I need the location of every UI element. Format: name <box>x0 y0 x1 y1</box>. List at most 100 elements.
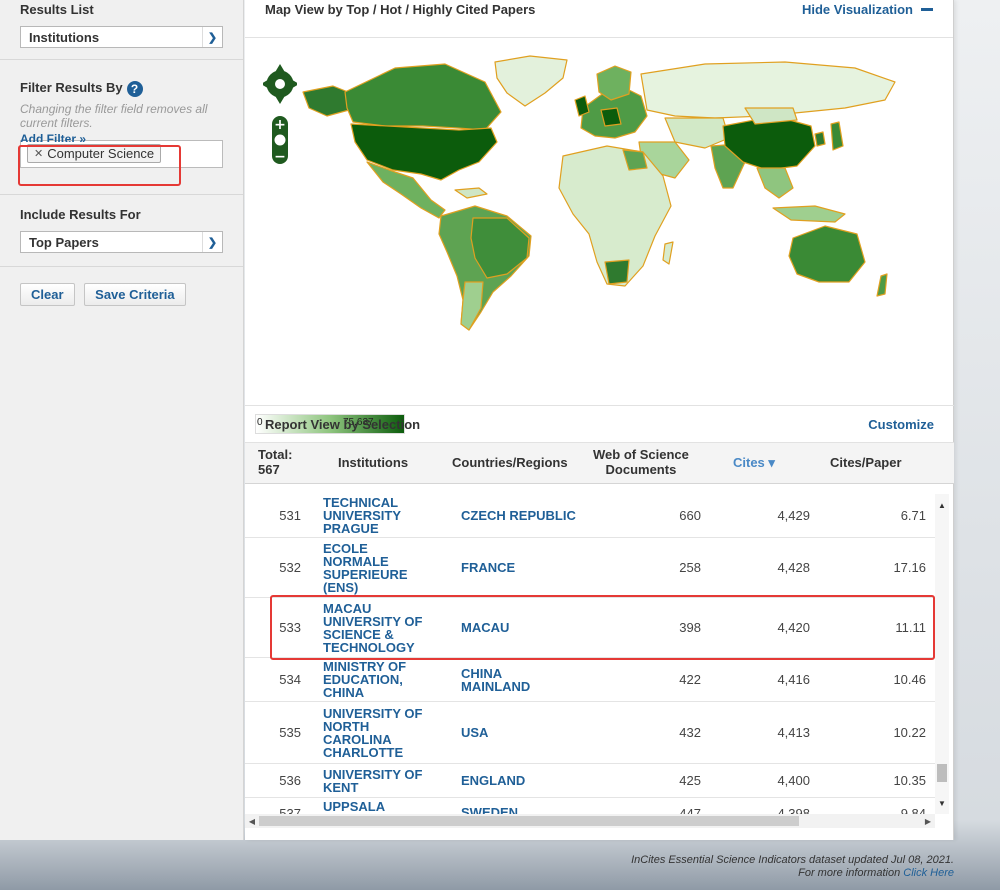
sidebar: Results List Institutions ❯ Filter Resul… <box>0 0 244 840</box>
cpp-cell: 6.71 <box>900 508 926 523</box>
map-canada <box>344 63 502 131</box>
results-list-title: Results List <box>20 2 94 17</box>
vertical-scroll-thumb[interactable] <box>937 764 947 782</box>
pan-control-icon[interactable] <box>263 64 297 104</box>
institution-link[interactable]: ECOLE NORMALE SUPERIEURE (ENS) <box>323 538 433 597</box>
include-value: Top Papers <box>29 234 99 250</box>
world-map-svg[interactable] <box>245 38 954 406</box>
cpp-cell: 10.35 <box>893 773 926 788</box>
institution-link[interactable]: TECHNICAL UNIVERSITY PRAGUE <box>323 494 443 537</box>
chevron-down-icon[interactable]: ❯ <box>202 27 222 47</box>
total-label: Total: <box>258 447 293 462</box>
docs-cell: 422 <box>679 672 701 687</box>
click-here-link[interactable]: Click Here <box>903 867 954 879</box>
zoom-control[interactable]: + − <box>272 116 288 165</box>
table-row[interactable]: 537 UPPSALA SWEDEN 447 4,398 9.84 <box>245 798 935 814</box>
hide-visualization-label: Hide Visualization <box>801 2 913 17</box>
map-new-zealand <box>876 273 888 297</box>
institution-link[interactable]: UNIVERSITY OF KENT <box>323 764 443 797</box>
country-link[interactable]: ENGLAND <box>461 764 581 797</box>
col-countries[interactable]: Countries/Regions <box>452 455 568 470</box>
world-map[interactable]: + − 0 75,637 <box>245 38 954 434</box>
cites-cell: 4,416 <box>777 672 810 687</box>
table-body: 531 TECHNICAL UNIVERSITY PRAGUE CZECH RE… <box>245 494 935 814</box>
clear-button[interactable]: Clear <box>20 283 75 306</box>
country-link[interactable]: CHINA MAINLAND <box>461 658 551 701</box>
cites-cell: 4,398 <box>777 806 810 814</box>
scroll-left-icon[interactable]: ◀ <box>245 814 259 828</box>
filter-title-text: Filter Results By <box>20 80 123 95</box>
col-institutions[interactable]: Institutions <box>338 455 408 470</box>
col-wos-line1: Web of Science <box>593 447 689 462</box>
results-list-select[interactable]: Institutions ❯ <box>20 26 223 48</box>
criteria-buttons: Clear Save Criteria <box>0 267 243 322</box>
col-wos-documents[interactable]: Web of Science Documents <box>593 447 689 477</box>
map-korea <box>814 131 826 147</box>
cpp-cell: 9.84 <box>900 806 926 814</box>
table-row[interactable]: 536 UNIVERSITY OF KENT ENGLAND 425 4,400… <box>245 764 935 798</box>
docs-cell: 258 <box>679 560 701 575</box>
institution-link[interactable]: MINISTRY OF EDUCATION, CHINA <box>323 658 433 701</box>
total-value: 567 <box>258 462 280 477</box>
vertical-scrollbar[interactable]: ▲ ▼ <box>935 494 949 814</box>
map-madagascar <box>662 241 674 265</box>
chevron-down-icon[interactable]: ❯ <box>202 232 222 252</box>
help-icon[interactable]: ? <box>126 80 143 97</box>
save-criteria-button[interactable]: Save Criteria <box>84 283 186 306</box>
footer: InCites Essential Science Indicators dat… <box>631 854 954 880</box>
svg-text:+: + <box>274 117 286 133</box>
map-header: Map View by Top / Hot / Highly Cited Pap… <box>245 0 953 38</box>
filter-chip: ✕ Computer Science <box>27 144 162 164</box>
table-header: Total: 567 Institutions Countries/Region… <box>245 442 954 484</box>
map-southeast-asia <box>756 167 794 199</box>
table-row[interactable]: 532 ECOLE NORMALE SUPERIEURE (ENS) FRANC… <box>245 538 935 598</box>
rank-cell: 534 <box>279 672 301 687</box>
map-greenland <box>494 55 568 107</box>
include-title: Include Results For <box>20 207 141 222</box>
col-wos-line2: Documents <box>605 462 677 477</box>
country-link[interactable]: SWEDEN <box>461 798 581 814</box>
docs-cell: 425 <box>679 773 701 788</box>
horizontal-scroll-thumb[interactable] <box>259 816 799 826</box>
map-title: Map View by Top / Hot / Highly Cited Pap… <box>265 2 536 17</box>
footer-more-info-text: For more information <box>798 867 904 879</box>
institution-link[interactable]: MACAU UNIVERSITY OF SCIENCE & TECHNOLOGY <box>323 598 443 657</box>
rank-cell: 535 <box>279 725 301 740</box>
table-row[interactable]: 534 MINISTRY OF EDUCATION, CHINA CHINA M… <box>245 658 935 702</box>
cpp-cell: 17.16 <box>893 560 926 575</box>
col-cites[interactable]: Cites ▾ <box>733 455 775 471</box>
table-row[interactable]: 531 TECHNICAL UNIVERSITY PRAGUE CZECH RE… <box>245 494 935 538</box>
country-link[interactable]: MACAU <box>461 598 581 657</box>
main-panel: Map View by Top / Hot / Highly Cited Pap… <box>245 0 954 840</box>
customize-link[interactable]: Customize <box>868 417 934 432</box>
remove-filter-icon[interactable]: ✕ <box>34 147 43 160</box>
cites-cell: 4,420 <box>777 620 810 635</box>
table-row[interactable]: 535 UNIVERSITY OF NORTH CAROLINA CHARLOT… <box>245 702 935 764</box>
filter-title: Filter Results By? <box>20 80 223 97</box>
scroll-down-icon[interactable]: ▼ <box>935 796 949 810</box>
filter-hint: Changing the filter field removes all cu… <box>20 101 208 130</box>
horizontal-scrollbar[interactable]: ◀ ▶ <box>245 814 935 828</box>
table-row[interactable]: 533 MACAU UNIVERSITY OF SCIENCE & TECHNO… <box>245 598 935 658</box>
scroll-right-icon[interactable]: ▶ <box>921 814 935 828</box>
map-south-africa <box>604 259 630 285</box>
institution-link[interactable]: UNIVERSITY OF NORTH CAROLINA CHARLOTTE <box>323 702 435 763</box>
docs-cell: 447 <box>679 806 701 814</box>
filter-chip-label: Computer Science <box>47 146 155 162</box>
hide-visualization-link[interactable]: Hide Visualization <box>802 2 933 17</box>
docs-cell: 398 <box>679 620 701 635</box>
results-list-section: Results List Institutions ❯ <box>0 0 243 60</box>
scroll-up-icon[interactable]: ▲ <box>935 498 949 512</box>
institution-link[interactable]: UPPSALA <box>323 798 443 814</box>
filter-box: ✕ Computer Science <box>20 139 223 168</box>
include-select[interactable]: Top Papers ❯ <box>20 231 223 253</box>
cites-cell: 4,413 <box>777 725 810 740</box>
minus-icon <box>921 8 933 11</box>
country-link[interactable]: FRANCE <box>461 538 581 597</box>
country-link[interactable]: CZECH REPUBLIC <box>461 494 581 537</box>
map-caribbean <box>454 187 488 199</box>
country-link[interactable]: USA <box>461 702 581 763</box>
col-cites-per-paper[interactable]: Cites/Paper <box>830 455 902 470</box>
map-controls: + − <box>263 64 297 165</box>
cites-cell: 4,400 <box>777 773 810 788</box>
